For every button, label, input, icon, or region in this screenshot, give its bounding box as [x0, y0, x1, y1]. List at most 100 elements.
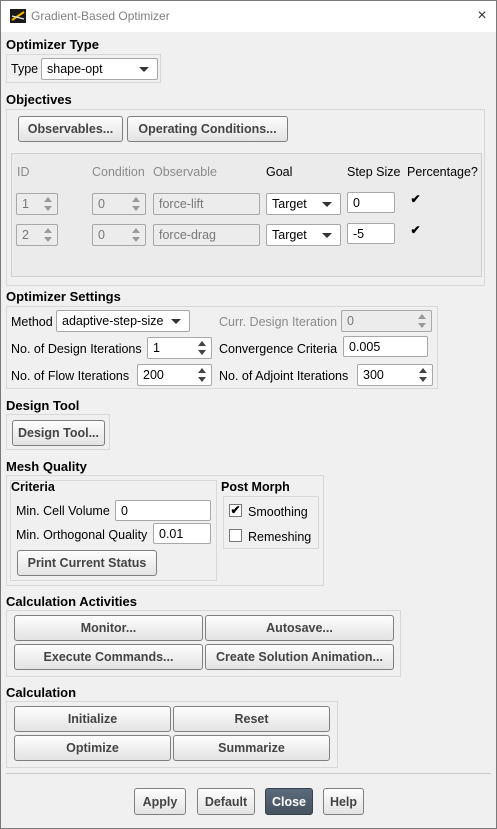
help-button[interactable]: Help [323, 788, 364, 815]
row1-observable-field: force-lift [153, 193, 260, 215]
close-button[interactable]: Close [265, 788, 313, 815]
summarize-button-label: Summarize [218, 741, 285, 755]
convergence-criteria-label: Convergence Criteria [219, 342, 338, 356]
row2-condition-spinner: 0 [92, 224, 146, 246]
spin-up-icon [198, 368, 206, 373]
design-tool-button[interactable]: Design Tool... [12, 420, 105, 446]
row2-condition-value: 0 [98, 228, 105, 242]
col-id: ID [17, 165, 30, 179]
spin-up-icon [198, 341, 206, 346]
row1-percentage-checkbox[interactable]: ✔ [409, 193, 422, 207]
chevron-down-icon [139, 67, 149, 72]
default-button[interactable]: Default [197, 788, 255, 815]
adjoint-iterations-value: 300 [363, 368, 384, 382]
execute-commands-button-label: Execute Commands... [43, 650, 174, 664]
chevron-down-icon [171, 319, 181, 324]
spin-up-icon [44, 228, 52, 233]
title-bar: Gradient-Based Optimizer × [1, 1, 496, 32]
min-orthogonal-quality-input[interactable]: 0.01 [153, 523, 211, 544]
smoothing-checkbox[interactable]: ✔ [229, 504, 242, 517]
operating-conditions-button-label: Operating Conditions... [138, 122, 277, 136]
calculation-heading: Calculation [6, 685, 77, 700]
type-select[interactable]: shape-opt [41, 58, 158, 80]
min-cell-volume-input[interactable]: 0 [115, 500, 211, 521]
spin-down-icon [419, 377, 427, 382]
spin-up-icon [44, 197, 52, 202]
execute-commands-button[interactable]: Execute Commands... [14, 644, 203, 670]
monitor-button[interactable]: Monitor... [14, 615, 203, 641]
criteria-heading: Criteria [11, 480, 55, 494]
spin-up-icon [418, 314, 426, 319]
observables-button[interactable]: Observables... [18, 116, 123, 142]
design-iterations-value: 1 [153, 341, 160, 355]
design-tool-heading: Design Tool [6, 398, 80, 413]
convergence-criteria-input[interactable]: 0.005 [343, 336, 428, 357]
col-goal: Goal [266, 165, 293, 179]
window-title: Gradient-Based Optimizer [31, 9, 170, 23]
spin-down-icon [132, 206, 140, 211]
row1-goal-select[interactable]: Target [266, 193, 341, 215]
method-select-value: adaptive-step-size [62, 314, 164, 328]
adjoint-iterations-label: No. of Adjoint Iterations [219, 369, 349, 383]
close-icon[interactable]: × [473, 6, 491, 26]
row2-goal-value: Target [272, 228, 307, 242]
optimizer-settings-heading: Optimizer Settings [6, 289, 121, 304]
row2-id-spinner: 2 [16, 224, 58, 246]
curr-design-iteration-spinner: 0 [341, 310, 432, 332]
row2-step-size-input[interactable]: -5 [347, 223, 395, 244]
initialize-button[interactable]: Initialize [14, 706, 171, 732]
row2-step-size-value: -5 [353, 227, 365, 241]
print-current-status-button-label: Print Current Status [27, 556, 147, 570]
spin-down-icon [198, 377, 206, 382]
method-select[interactable]: adaptive-step-size [56, 310, 190, 332]
default-button-label: Default [204, 795, 248, 809]
spin-down-icon [132, 237, 140, 242]
min-orthogonal-quality-label: Min. Orthogonal Quality [16, 528, 148, 542]
convergence-criteria-value: 0.005 [349, 340, 381, 354]
row1-goal-value: Target [272, 197, 307, 211]
col-percentage: Percentage? [407, 165, 478, 179]
create-solution-animation-button-label: Create Solution Animation... [216, 650, 383, 664]
spin-up-icon [132, 197, 140, 202]
row1-step-size-input[interactable]: 0 [347, 192, 395, 213]
flow-iterations-label: No. of Flow Iterations [11, 369, 130, 383]
design-iterations-label: No. of Design Iterations [11, 342, 142, 356]
curr-design-iteration-label: Curr. Design Iteration [219, 315, 338, 329]
reset-button[interactable]: Reset [173, 706, 330, 732]
spin-down-icon [198, 350, 206, 355]
design-iterations-spinner[interactable]: 1 [147, 337, 212, 359]
min-cell-volume-value: 0 [121, 504, 128, 518]
optimize-button-label: Optimize [66, 741, 119, 755]
create-solution-animation-button[interactable]: Create Solution Animation... [205, 644, 394, 670]
row1-id-spinner: 1 [16, 193, 58, 215]
apply-button[interactable]: Apply [134, 788, 186, 815]
calculation-activities-heading: Calculation Activities [6, 594, 137, 609]
autosave-button-label: Autosave... [266, 621, 333, 635]
min-cell-volume-label: Min. Cell Volume [16, 504, 110, 518]
row2-percentage-checkbox[interactable]: ✔ [409, 224, 422, 238]
reset-button-label: Reset [234, 712, 269, 726]
optimizer-type-heading: Optimizer Type [6, 37, 99, 52]
spin-down-icon [44, 206, 52, 211]
row2-id-value: 2 [22, 228, 29, 242]
close-button-label: Close [271, 795, 307, 809]
method-label: Method [11, 315, 53, 329]
flow-iterations-spinner[interactable]: 200 [137, 364, 212, 386]
post-morph-heading: Post Morph [221, 480, 290, 494]
optimizer-dialog: Gradient-Based Optimizer × Optimizer Typ… [0, 0, 497, 829]
row1-condition-value: 0 [98, 197, 105, 211]
spin-up-icon [132, 228, 140, 233]
optimize-button[interactable]: Optimize [14, 735, 171, 761]
print-current-status-button[interactable]: Print Current Status [17, 550, 157, 576]
row1-id-value: 1 [22, 197, 29, 211]
row1-step-size-value: 0 [353, 196, 360, 210]
app-logo-icon [10, 9, 26, 23]
row2-goal-select[interactable]: Target [266, 224, 341, 246]
summarize-button[interactable]: Summarize [173, 735, 330, 761]
spin-up-icon [419, 368, 427, 373]
col-condition: Condition [92, 165, 145, 179]
adjoint-iterations-spinner[interactable]: 300 [357, 364, 433, 386]
operating-conditions-button[interactable]: Operating Conditions... [127, 116, 288, 142]
autosave-button[interactable]: Autosave... [205, 615, 394, 641]
remeshing-checkbox[interactable] [229, 529, 242, 542]
